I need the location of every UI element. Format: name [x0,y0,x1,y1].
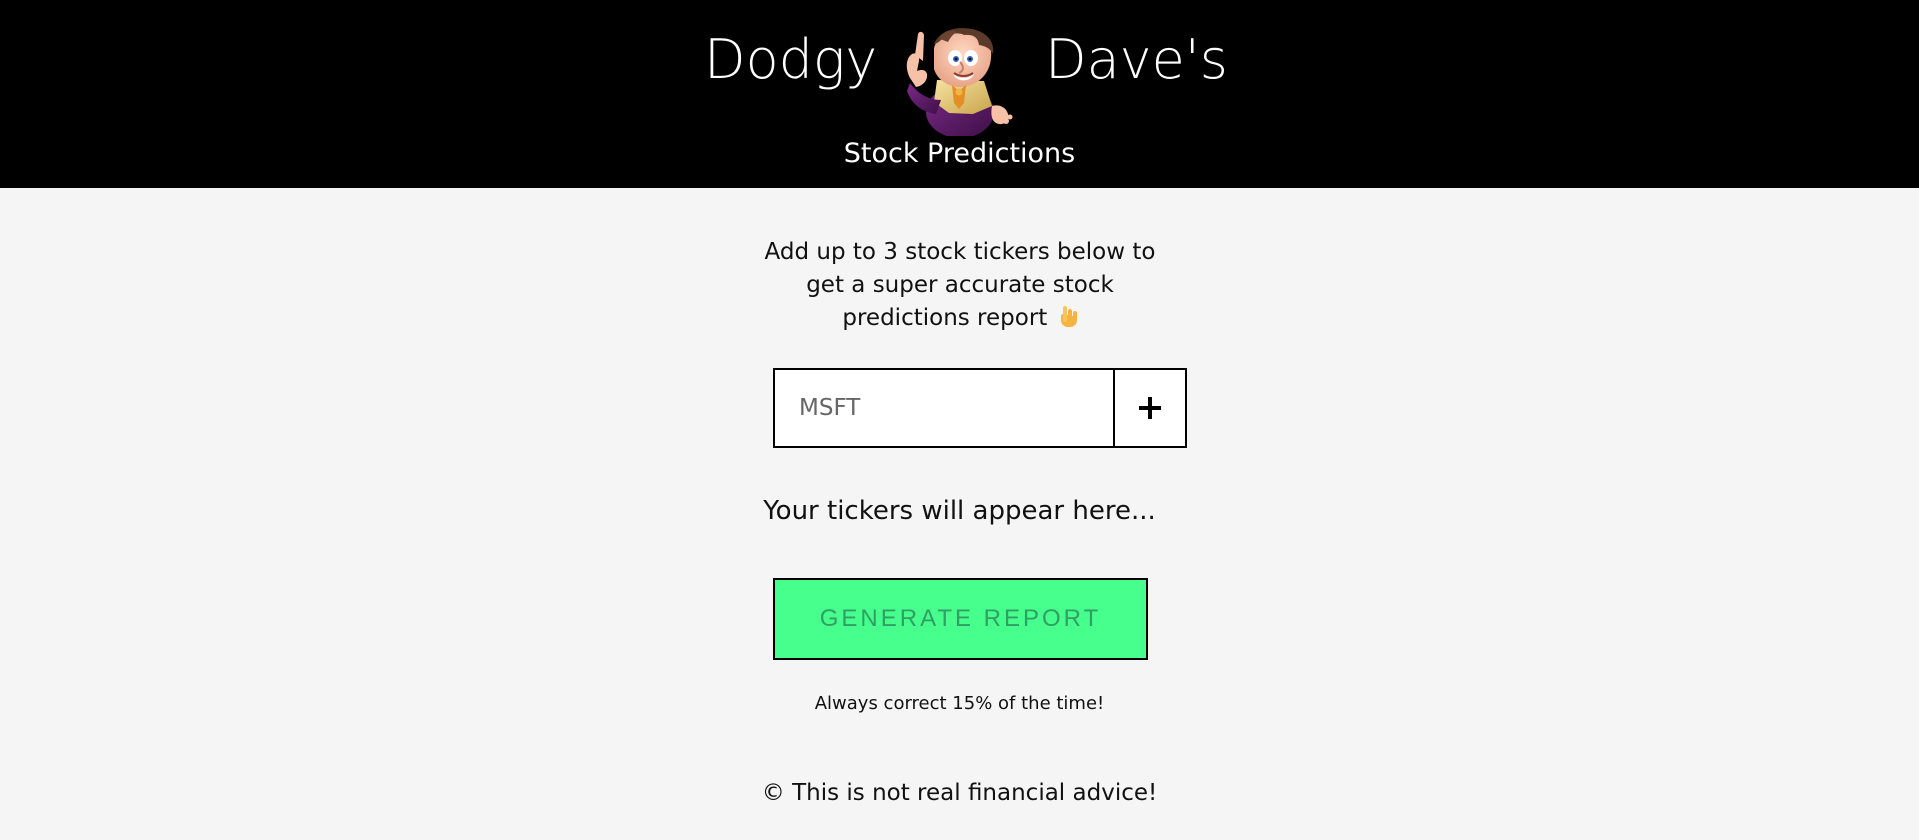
tagline: Always correct 15% of the time! [814,693,1105,714]
mascot-icon [906,28,1013,136]
plus-icon [1139,397,1161,419]
intro-line-1: Add up to 3 stock tickers below to [764,239,1156,265]
brand-lockup: Dodgy Dave's [704,24,1228,142]
site-header: Dodgy Dave's Stock Predictions [0,0,1919,188]
intro-line-2: get a super accurate stock [806,272,1114,298]
generate-report-button[interactable]: Generate Report [773,578,1148,660]
tickers-placeholder: Your tickers will appear here... [763,496,1156,526]
intro-line-3-text: predictions report [842,305,1048,331]
intro-text: Add up to 3 stock tickers below to get a… [751,236,1169,335]
intro-line-3: predictions report [751,302,1169,335]
ticker-entry-row [773,368,1187,448]
main-content: Add up to 3 stock tickers below to get a… [0,188,1919,840]
pointing-down-hand-icon [1060,306,1077,327]
brand-word-left: Dodgy [704,28,878,91]
site-subtitle: Stock Predictions [843,138,1076,169]
footer-disclaimer: © This is not real financial advice! [761,780,1158,806]
brand-word-right: Dave's [1045,28,1228,91]
add-ticker-button[interactable] [1113,368,1187,448]
ticker-input[interactable] [773,368,1115,448]
